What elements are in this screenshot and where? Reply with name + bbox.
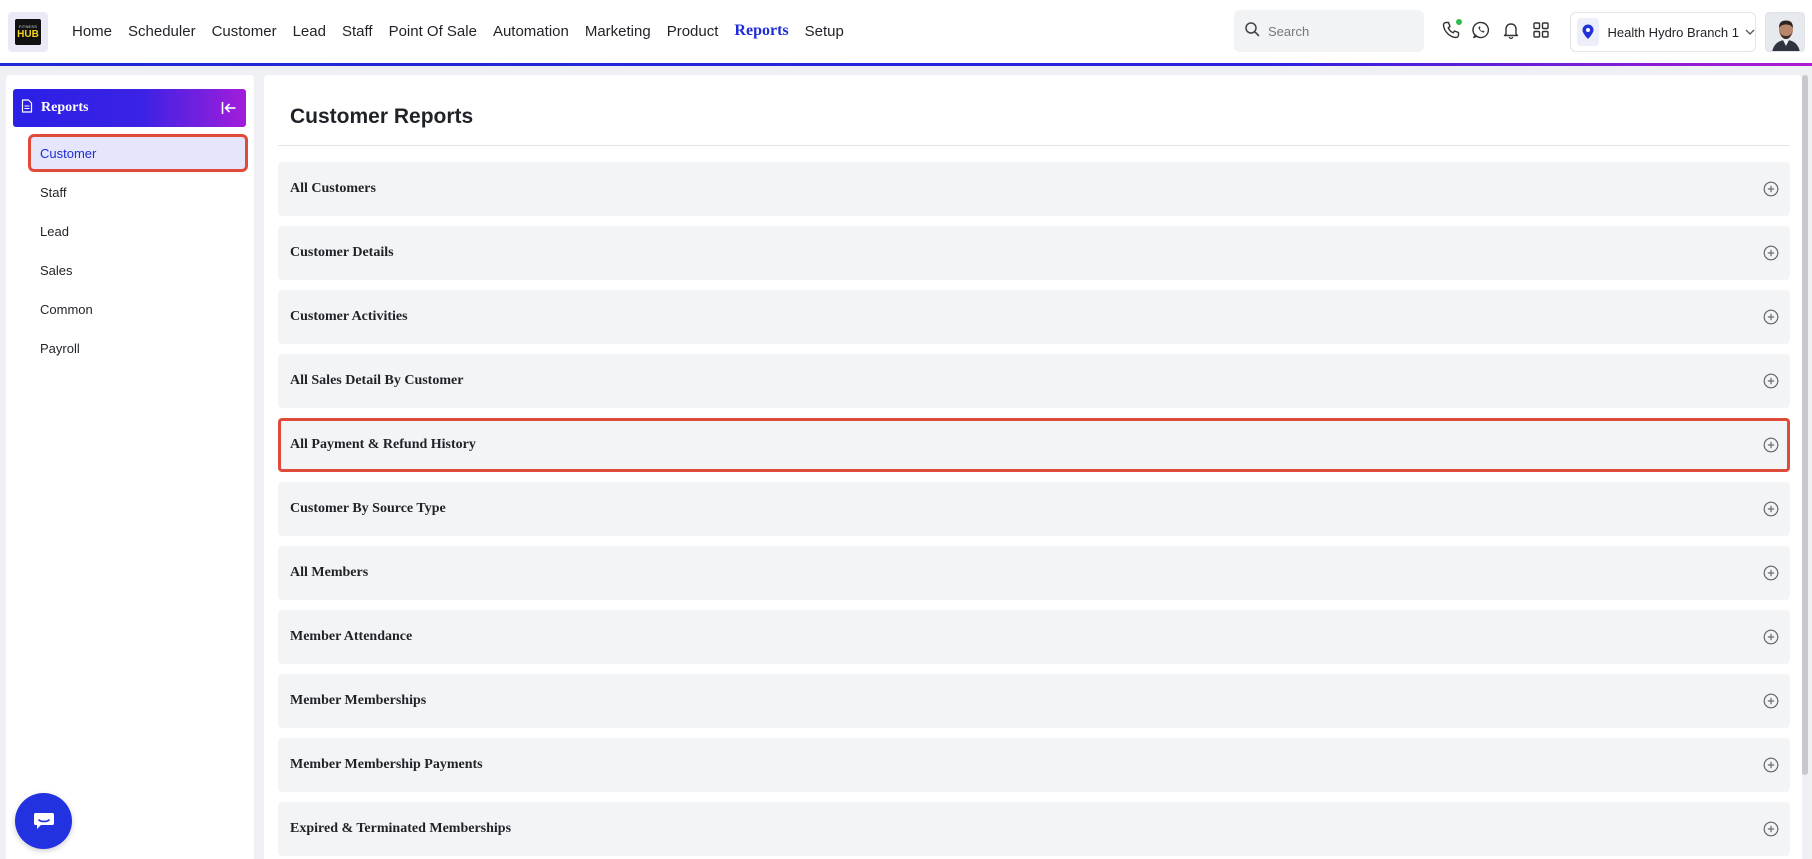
reports-sidebar: Reports Customer Staff Lead Sales Common… (6, 75, 254, 859)
phone-icon[interactable] (1440, 19, 1462, 41)
sidebar-item-lead[interactable]: Lead (28, 212, 248, 250)
report-row-customer-by-source-type[interactable]: Customer By Source Type (278, 482, 1790, 536)
sidebar-item-staff[interactable]: Staff (28, 173, 248, 211)
expand-plus-icon[interactable] (1762, 308, 1780, 326)
report-row-member-memberships[interactable]: Member Memberships (278, 674, 1790, 728)
sidebar-title: Reports (41, 100, 89, 115)
report-label: Customer By Source Type (290, 501, 446, 516)
apps-grid-icon[interactable] (1530, 19, 1552, 41)
location-pin-icon (1577, 18, 1600, 46)
top-navbar: FITNESS HUB Home Scheduler Customer Lead… (0, 0, 1812, 64)
app-logo[interactable]: FITNESS HUB (8, 12, 48, 52)
report-row-expired-terminated-memberships[interactable]: Expired & Terminated Memberships (278, 802, 1790, 856)
whatsapp-icon[interactable] (1470, 19, 1492, 41)
nav-automation[interactable]: Automation (493, 23, 569, 40)
sidebar-item-customer[interactable]: Customer (28, 134, 248, 172)
report-row-member-attendance[interactable]: Member Attendance (278, 610, 1790, 664)
title-divider (278, 145, 1790, 146)
report-row-all-members[interactable]: All Members (278, 546, 1790, 600)
nav-lead[interactable]: Lead (293, 23, 326, 40)
main-nav: Home Scheduler Customer Lead Staff Point… (72, 0, 860, 62)
report-label: All Payment & Refund History (290, 437, 476, 452)
report-label: Customer Details (290, 245, 394, 260)
report-label: Expired & Terminated Memberships (290, 821, 512, 836)
search-input[interactable] (1268, 23, 1408, 39)
report-label: Member Membership Payments (290, 757, 483, 772)
report-label: All Sales Detail By Customer (290, 373, 464, 388)
report-label: Customer Activities (290, 309, 408, 324)
chat-support-button[interactable] (15, 793, 72, 849)
expand-plus-icon[interactable] (1762, 372, 1780, 390)
nav-setup[interactable]: Setup (805, 23, 844, 40)
expand-plus-icon[interactable] (1762, 820, 1780, 838)
nav-product[interactable]: Product (667, 23, 719, 40)
branch-selector[interactable]: Health Hydro Branch 1 (1570, 12, 1756, 52)
branch-name: Health Hydro Branch 1 (1607, 24, 1739, 40)
expand-plus-icon[interactable] (1762, 628, 1780, 646)
main-content: Customer Reports All Customers Customer … (264, 75, 1802, 859)
report-label: All Customers (290, 181, 376, 196)
expand-plus-icon[interactable] (1762, 244, 1780, 262)
chevron-down-icon (1745, 23, 1755, 41)
report-row-member-membership-payments[interactable]: Member Membership Payments (278, 738, 1790, 792)
online-dot-icon (1456, 19, 1462, 25)
search-box[interactable] (1234, 10, 1424, 52)
page-scrollbar[interactable] (1802, 75, 1808, 775)
nav-customer[interactable]: Customer (212, 23, 277, 40)
chat-icon (33, 813, 54, 829)
expand-plus-icon[interactable] (1762, 500, 1780, 518)
report-row-customer-activities[interactable]: Customer Activities (278, 290, 1790, 344)
search-icon (1244, 21, 1260, 42)
logo-mark: FITNESS HUB (15, 19, 41, 45)
topbar-accent-line (0, 63, 1812, 66)
expand-plus-icon[interactable] (1762, 756, 1780, 774)
sidebar-item-sales[interactable]: Sales (28, 251, 248, 289)
report-row-all-sales-detail-by-customer[interactable]: All Sales Detail By Customer (278, 354, 1790, 408)
report-row-all-payment-refund-history[interactable]: All Payment & Refund History (278, 418, 1790, 472)
collapse-sidebar-icon[interactable] (220, 99, 238, 117)
expand-plus-icon[interactable] (1762, 692, 1780, 710)
report-row-customer-details[interactable]: Customer Details (278, 226, 1790, 280)
user-avatar[interactable] (1765, 12, 1805, 52)
report-row-all-customers[interactable]: All Customers (278, 162, 1790, 216)
nav-marketing[interactable]: Marketing (585, 23, 651, 40)
bell-icon[interactable] (1500, 19, 1522, 41)
logo-big-text: HUB (17, 29, 39, 40)
expand-plus-icon[interactable] (1762, 436, 1780, 454)
sidebar-header: Reports (13, 89, 246, 127)
report-document-icon (21, 98, 33, 118)
nav-scheduler[interactable]: Scheduler (128, 23, 196, 40)
nav-staff[interactable]: Staff (342, 23, 373, 40)
nav-home[interactable]: Home (72, 23, 112, 40)
report-label: Member Memberships (290, 693, 427, 708)
page-title: Customer Reports (290, 105, 474, 128)
expand-plus-icon[interactable] (1762, 564, 1780, 582)
sidebar-item-common[interactable]: Common (28, 290, 248, 328)
report-label: All Members (290, 565, 369, 580)
report-label: Member Attendance (290, 629, 413, 644)
nav-point-of-sale[interactable]: Point Of Sale (389, 23, 477, 40)
nav-reports[interactable]: Reports (734, 22, 788, 40)
sidebar-item-payroll[interactable]: Payroll (28, 329, 248, 367)
expand-plus-icon[interactable] (1762, 180, 1780, 198)
